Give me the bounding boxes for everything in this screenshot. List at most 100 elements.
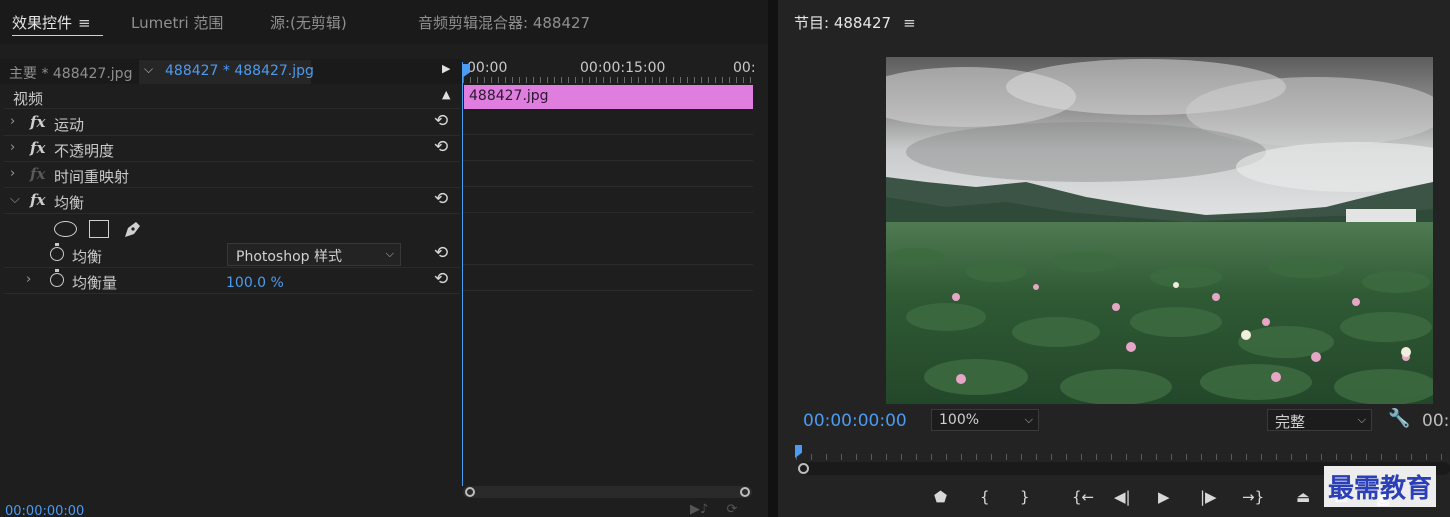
effect-timeline: 00:00 00:00:15:00 00: 488427.jpg: [463, 59, 756, 499]
effect-label: 不透明度: [54, 142, 115, 160]
collapse-icon[interactable]: ▲: [442, 88, 450, 101]
row-divider: [463, 264, 753, 265]
audio-icon[interactable]: ▶♪: [690, 502, 708, 517]
program-time-ruler[interactable]: [796, 446, 1450, 462]
go-to-out-icon[interactable]: →}: [1242, 488, 1264, 506]
scroll-start-handle[interactable]: [465, 487, 475, 497]
property-label-amount: 均衡量: [72, 274, 118, 292]
chevron-right-icon[interactable]: ›: [10, 140, 15, 155]
stopwatch-icon[interactable]: [50, 243, 64, 261]
reset-icon[interactable]: ⟲: [434, 243, 448, 263]
fx-icon: fx: [30, 165, 46, 183]
program-monitor-panel: 节目: 488427 ≡ 00:00:00:00 100% ⌵ 完整 ⌵ 🔧 0…: [778, 0, 1450, 517]
master-clip-label[interactable]: 主要 * 488427.jpg: [9, 63, 132, 83]
effect-controls-panel: 效果控件 ≡ Lumetri 范围 源:(无剪辑) 音频剪辑混合器: 488427…: [0, 0, 768, 517]
panel-tabbar: 效果控件 ≡ Lumetri 范围 源:(无剪辑) 音频剪辑混合器: 488427: [0, 0, 768, 44]
go-to-in-icon[interactable]: {←: [1072, 488, 1094, 506]
sequence-clip-selector[interactable]: ⌵ 488427 * 488427.jpg: [139, 60, 314, 84]
ruler-label: 00:: [733, 60, 756, 76]
play-icon[interactable]: ▶: [442, 62, 450, 75]
timeline-zoom-scrollbar[interactable]: [463, 486, 752, 498]
step-forward-icon[interactable]: |▶: [1200, 488, 1217, 506]
playback-resolution-select[interactable]: 完整 ⌵: [1267, 409, 1372, 431]
effect-row-motion[interactable]: › fx 运动 ⟲: [4, 110, 460, 136]
fx-icon[interactable]: fx: [30, 191, 45, 209]
chevron-down-icon: ⌵: [385, 247, 394, 260]
chevron-right-icon[interactable]: ›: [26, 272, 31, 287]
zoom-level-value: 100%: [939, 412, 980, 428]
row-divider: [463, 134, 753, 135]
effect-controls-timecode[interactable]: 00:00:00:00: [5, 504, 84, 517]
effect-row-opacity[interactable]: › fx 不透明度 ⟲: [4, 136, 460, 162]
ellipse-mask-icon[interactable]: [54, 221, 77, 237]
playback-resolution-value: 完整: [1275, 413, 1306, 431]
tab-source[interactable]: 源:(无剪辑): [270, 12, 347, 33]
video-section-header: 视频 ▲: [4, 85, 460, 109]
lift-icon[interactable]: ⏏: [1296, 488, 1310, 506]
effect-label: 时间重映射: [54, 168, 130, 186]
program-monitor-title[interactable]: 节目: 488427 ≡: [794, 12, 916, 33]
program-video-frame[interactable]: [886, 57, 1433, 404]
active-tab-underline: [12, 35, 103, 36]
reset-icon[interactable]: ⟲: [434, 137, 448, 157]
panel-divider[interactable]: [768, 0, 778, 517]
program-timecode[interactable]: 00:00:00:00: [803, 411, 907, 431]
effect-label: 均衡: [54, 194, 85, 212]
duration-timecode: 00:: [1422, 411, 1450, 431]
row-divider: [463, 186, 753, 187]
ruler-ticks: [463, 77, 753, 83]
menu-icon[interactable]: ≡: [78, 14, 91, 32]
stopwatch-icon[interactable]: [50, 269, 64, 287]
program-title-label: 节目: 488427: [794, 14, 892, 32]
menu-icon[interactable]: ≡: [903, 14, 916, 32]
play-icon[interactable]: ▶: [1158, 488, 1170, 506]
mark-out-icon[interactable]: }: [1020, 488, 1030, 506]
row-divider: [463, 160, 753, 161]
equalize-style-dropdown[interactable]: Photoshop 样式 ⌵: [227, 243, 401, 266]
equalize-style-value: Photoshop 样式: [236, 249, 343, 265]
chevron-down-icon[interactable]: ⌵: [10, 192, 20, 207]
tab-lumetri-scopes[interactable]: Lumetri 范围: [131, 12, 223, 33]
chevron-right-icon[interactable]: ›: [10, 114, 15, 129]
sequence-clip-label: 488427 * 488427.jpg: [165, 63, 314, 79]
ruler-label: 00:00: [467, 60, 508, 76]
chevron-down-icon[interactable]: ⌵: [144, 62, 153, 77]
mask-tools: [54, 218, 154, 240]
row-divider: [463, 212, 753, 213]
reset-icon[interactable]: ⟲: [434, 189, 448, 209]
tab-effect-controls-label: 效果控件: [12, 14, 73, 32]
reset-icon[interactable]: ⟲: [434, 269, 448, 289]
sequence-bar: 主要 * 488427.jpg ⌵ 488427 * 488427.jpg ▶: [0, 59, 462, 84]
effect-row-time-remap[interactable]: › fx 时间重映射: [4, 162, 460, 188]
loop-icon[interactable]: ⟳: [726, 502, 737, 517]
tab-audio-clip-mixer[interactable]: 音频剪辑混合器: 488427: [418, 12, 590, 33]
timeline-clip[interactable]: 488427.jpg: [464, 85, 753, 109]
scroll-end-handle[interactable]: [740, 487, 750, 497]
timeline-clip-label: 488427.jpg: [469, 88, 549, 104]
timeline-ruler[interactable]: 00:00 00:00:15:00 00:: [463, 59, 756, 83]
effect-label: 运动: [54, 116, 85, 134]
mark-in-icon[interactable]: {: [980, 488, 990, 506]
chevron-down-icon: ⌵: [1357, 413, 1366, 426]
add-marker-icon[interactable]: ⬟: [934, 488, 947, 506]
wrench-icon[interactable]: 🔧: [1388, 408, 1410, 429]
ruler-label: 00:00:15:00: [580, 60, 666, 76]
fx-icon[interactable]: fx: [30, 113, 45, 131]
chevron-down-icon: ⌵: [1024, 413, 1033, 426]
reset-icon[interactable]: ⟲: [434, 111, 448, 131]
ruler-ticks: [796, 454, 1450, 460]
step-back-icon[interactable]: ◀|: [1114, 488, 1131, 506]
rect-mask-icon[interactable]: [89, 220, 109, 238]
equalize-amount-value[interactable]: 100.0 %: [226, 275, 284, 291]
chevron-right-icon[interactable]: ›: [10, 166, 15, 181]
zoom-level-select[interactable]: 100% ⌵: [931, 409, 1039, 431]
watermark-logo: 最需教育: [1324, 466, 1437, 507]
tab-effect-controls[interactable]: 效果控件 ≡: [12, 12, 91, 33]
pen-mask-icon[interactable]: [122, 218, 144, 240]
fx-icon[interactable]: fx: [30, 139, 45, 157]
scroll-start-handle[interactable]: [798, 463, 809, 474]
playhead-line[interactable]: [462, 62, 463, 486]
effect-row-equalize[interactable]: ⌵ fx 均衡 ⟲: [4, 188, 460, 214]
video-section-label: 视频: [13, 90, 44, 108]
property-label-equalize: 均衡: [72, 248, 103, 266]
